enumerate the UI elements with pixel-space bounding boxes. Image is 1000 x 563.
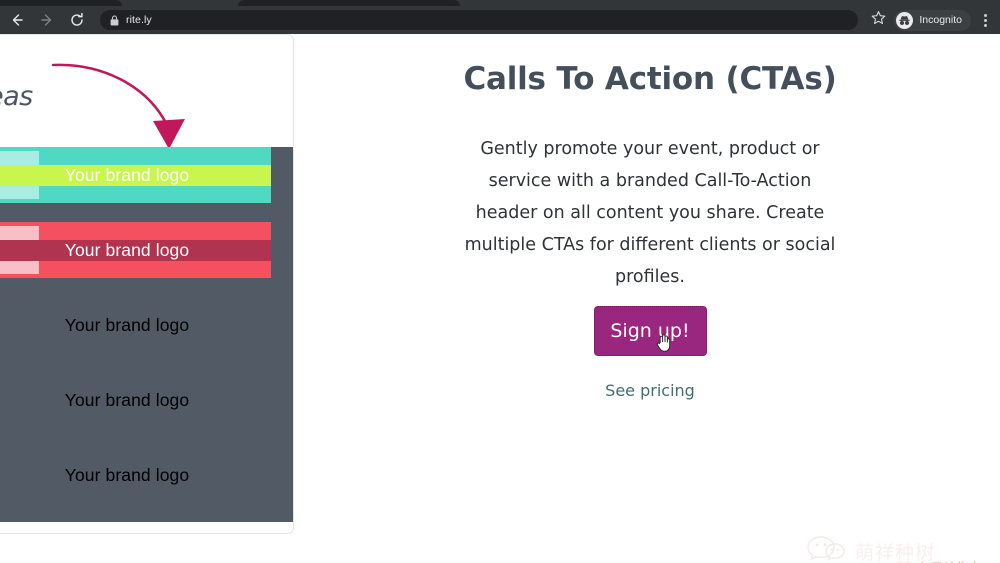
- annotation-label: eas: [0, 81, 33, 112]
- sign-up-button[interactable]: Sign up!: [593, 306, 707, 358]
- back-button[interactable]: [4, 7, 30, 33]
- brand-bar-label: Your brand logo: [64, 464, 190, 485]
- wechat-watermark: 萌祥种树: [806, 534, 935, 563]
- page-description: Gently promote your event, product or se…: [464, 139, 836, 287]
- hand-pointer-cursor: [656, 333, 672, 358]
- profile-incognito-button[interactable]: Incognito: [894, 9, 971, 31]
- wechat-watermark-label: 萌祥种树: [855, 542, 936, 563]
- brand-bar-lime[interactable]: Your brand logo: [0, 297, 271, 353]
- brand-bar-slate[interactable]: Your brand logo: [0, 147, 271, 203]
- browser-menu-button[interactable]: [974, 8, 996, 32]
- incognito-spy-icon: [896, 11, 914, 29]
- reload-button[interactable]: [64, 7, 90, 33]
- wechat-bubble-icon: [806, 534, 848, 563]
- browser-window: rite.ly Incognito as Your brand logo You…: [0, 0, 1000, 563]
- brand-bar-label: Your brand logo: [0, 164, 271, 186]
- address-bar-text: rite.ly: [126, 14, 152, 26]
- brand-bar-list: Your brand logo Your brand logo Your bra…: [0, 147, 293, 522]
- brand-bar-coral[interactable]: Your brand logo: [0, 372, 271, 428]
- browser-toolbar: rite.ly Incognito: [0, 6, 1000, 34]
- forward-arrow-icon: [39, 12, 55, 28]
- back-arrow-icon: [9, 12, 25, 28]
- sign-up-label: Sign up!: [610, 320, 690, 342]
- reload-icon: [69, 12, 85, 28]
- cta-group: Sign up! See pricing: [300, 306, 1000, 400]
- browser-chrome: rite.ly Incognito: [0, 0, 1000, 34]
- brand-bar-label: Your brand logo: [64, 314, 190, 335]
- address-bar[interactable]: rite.ly: [100, 10, 859, 30]
- forward-button[interactable]: [34, 7, 60, 33]
- annotation-area: eas: [0, 35, 293, 149]
- brand-bar-maroon[interactable]: Your brand logo: [0, 447, 271, 503]
- page-content: eas Your brand logo Your brand logo: [0, 34, 1000, 563]
- lock-icon: [110, 14, 119, 26]
- brand-bar-label: Your brand logo: [64, 389, 190, 410]
- bookmark-button[interactable]: [866, 8, 890, 32]
- three-dot-menu-icon: [983, 13, 987, 28]
- page-title: Calls To Action (CTAs): [463, 61, 837, 97]
- brand-bar-label: Your brand logo: [0, 239, 271, 261]
- see-pricing-link[interactable]: See pricing: [605, 381, 695, 400]
- brand-bar-teal[interactable]: Your brand logo: [0, 222, 271, 278]
- marketing-column: Calls To Action (CTAs) Gently promote yo…: [300, 34, 1000, 563]
- star-icon: [871, 10, 886, 30]
- profile-label: Incognito: [919, 14, 962, 26]
- cta-preview-card: eas Your brand logo Your brand logo: [0, 34, 294, 534]
